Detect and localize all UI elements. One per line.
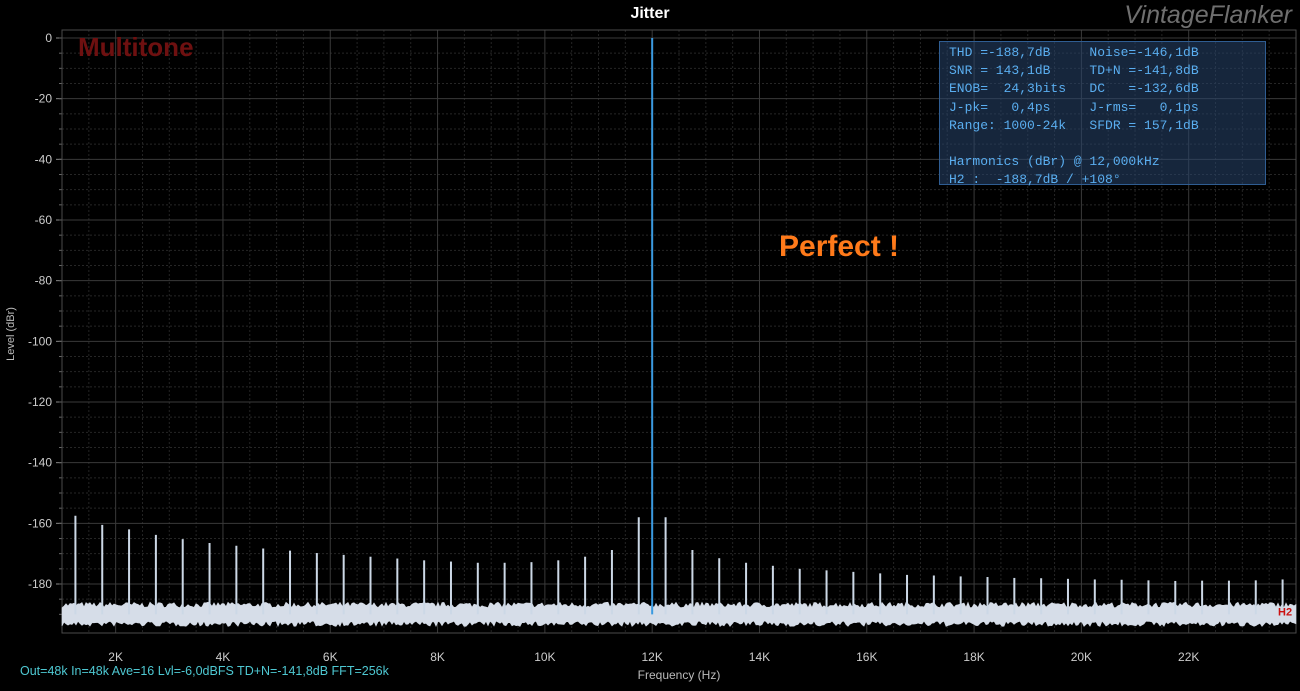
y-tick-labels: 0 -20 -40 -60 -80 -100 -120 -140 -160 -180 <box>28 31 52 591</box>
x-tick-label: 12K <box>641 650 662 664</box>
x-tick-label: 4K <box>216 650 231 664</box>
y-tick-label: -180 <box>28 577 52 591</box>
y-tick-label: -160 <box>28 516 52 530</box>
h2-marker-label: H2 <box>1278 606 1292 618</box>
y-tick-label: -60 <box>35 213 53 227</box>
x-tick-label: 18K <box>963 650 984 664</box>
y-tick-label: -80 <box>35 274 53 288</box>
x-tick-label: 2K <box>108 650 123 664</box>
x-tick-label: 6K <box>323 650 338 664</box>
y-tick-label: -20 <box>35 92 53 106</box>
perfect-annotation: Perfect ! <box>779 230 900 263</box>
x-tick-label: 20K <box>1071 650 1092 664</box>
x-tick-label: 14K <box>749 650 770 664</box>
footer-status: Out=48k In=48k Ave=16 Lvl=-6,0dBFS TD+N=… <box>20 664 389 678</box>
x-axis-label: Frequency (Hz) <box>638 668 721 682</box>
y-tick-label: -120 <box>28 395 52 409</box>
y-tick-label: -140 <box>28 456 52 470</box>
x-tick-label: 16K <box>856 650 877 664</box>
x-tick-labels: 2K 4K 6K 8K 10K 12K 14K 16K 18K 20K 22K <box>108 650 1199 664</box>
y-axis-label: Level (dBr) <box>5 307 17 361</box>
measurement-info-text: THD =-188,7dB Noise=-146,1dB SNR = 143,1… <box>949 45 1199 188</box>
x-tick-label: 22K <box>1178 650 1199 664</box>
multitone-label: Multitone <box>78 32 194 62</box>
y-tick-label: -40 <box>35 152 53 166</box>
x-tick-label: 10K <box>534 650 555 664</box>
y-tick-label: -100 <box>28 334 52 348</box>
y-tick-label: 0 <box>45 31 52 45</box>
measurement-info-box: THD =-188,7dB Noise=-146,1dB SNR = 143,1… <box>939 41 1266 187</box>
x-tick-label: 8K <box>430 650 445 664</box>
